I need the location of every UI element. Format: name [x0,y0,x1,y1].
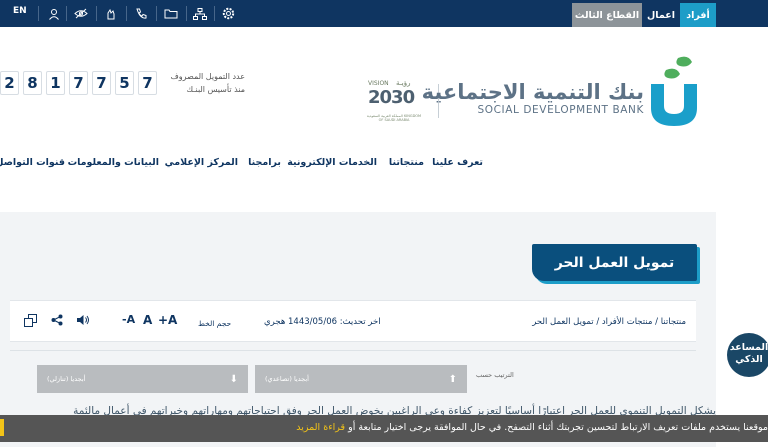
bank-name-arabic: بنك التنمية الاجتماعية [421,80,644,104]
assistant-label: المساعد [729,342,768,353]
counter-digit: 7 [69,71,88,95]
vision-year: 2030 [368,87,415,108]
tab-individuals[interactable]: أفراد [680,3,716,27]
font-normal-button[interactable]: A [143,313,152,327]
tab-third-sector[interactable]: القطاع الثالث [572,3,642,27]
eye-slash-icon[interactable] [70,4,92,23]
phone-icon[interactable] [130,4,152,23]
divider [186,6,187,21]
font-size-label: حجم الخط [198,319,232,328]
sitemap-icon[interactable] [190,4,210,23]
cookie-message: موقعنا يستخدم ملفات تعريف الارتباط لتحسي… [296,422,768,433]
counter-digit: 8 [23,71,42,95]
smart-assistant-button[interactable]: المساعد الذكي [727,333,768,377]
arrow-up-icon: ⬆ [448,373,457,385]
nav-eservices[interactable]: الخدمات الإلكترونية [287,157,377,168]
audio-icon[interactable] [76,314,90,326]
divider [214,6,215,21]
divider [156,6,157,21]
nav-about[interactable]: تعرف علينا [432,157,483,168]
sign-language-icon[interactable] [100,4,122,23]
page-title: تمويل العمل الحر [532,244,697,281]
tab-business[interactable]: اعمال [642,3,680,27]
share-icon[interactable] [51,314,63,326]
divider [10,350,696,351]
sort-label: الترتيب حسب [476,371,514,379]
sort-ascending-button[interactable]: أبجديا (تصاعدي) ⬆ [255,365,467,393]
divider [38,6,39,21]
read-more-link[interactable]: قراءة المزيد [296,422,345,433]
sort-ascending-label: أبجديا (تصاعدي) [265,375,309,383]
divider [66,6,67,21]
top-bar: EN القطاع الثالث اعمال أفراد [0,0,768,27]
font-decrease-button[interactable]: -A [122,313,135,326]
divider [96,6,97,21]
bank-name-english: SOCIAL DEVELOPMENT BANK [477,104,644,116]
counter-label: عدد التمويل المصروف [170,72,245,81]
cookie-accept-button[interactable] [0,419,4,436]
assistant-label: الذكي [735,354,763,365]
last-update: اخر تحديث: 1443/05/06 هجري [264,317,381,327]
counter-digit: 1 [46,71,65,95]
financing-counter: 2 8 1 7 7 5 7 [0,71,157,95]
counter-label: منذ تأسيس البنـك [186,85,245,94]
vision-ar: رؤيـة [396,79,411,87]
counter-digit: 7 [92,71,111,95]
page-toolbar: منتجاتنا / منتجات الأفراد / تمويل العمل … [10,300,696,342]
vision-2030-logo: VISION رؤيـة 2030 المملكة العربية السعود… [366,79,422,122]
bank-logo-icon[interactable] [648,54,700,128]
settings-icon[interactable] [219,4,237,23]
copy-icon[interactable] [24,314,37,327]
sort-descending-button[interactable]: أبجديا (تنازلي) ⬇ [37,365,248,393]
nav-channels[interactable]: قنوات التواصل [0,157,65,168]
language-toggle[interactable]: EN [13,6,27,16]
nav-data[interactable]: البيانات والمعلومات [68,157,159,168]
nav-media[interactable]: المركز الإعلامي [165,157,238,168]
counter-digit: 2 [0,71,19,95]
cookie-text: موقعنا يستخدم ملفات تعريف الارتباط لتحسي… [345,422,768,433]
counter-digit: 7 [138,71,157,95]
vision-word: VISION [368,80,389,87]
nav-products[interactable]: منتجاتنا [389,157,424,168]
sort-descending-label: أبجديا (تنازلي) [47,375,86,383]
breadcrumb[interactable]: منتجاتنا / منتجات الأفراد / تمويل العمل … [532,317,686,327]
divider [126,6,127,21]
cookie-banner: موقعنا يستخدم ملفات تعريف الارتباط لتحسي… [0,415,768,442]
arrow-down-icon: ⬇ [229,373,238,385]
user-icon[interactable] [44,4,64,23]
font-increase-button[interactable]: +A [158,313,177,327]
counter-digit: 5 [115,71,134,95]
folder-icon[interactable] [160,4,182,23]
nav-programs[interactable]: برامجنا [248,157,281,168]
vision-subtitle: المملكة العربية السعودية KINGDOM OF SAUD… [366,114,422,122]
